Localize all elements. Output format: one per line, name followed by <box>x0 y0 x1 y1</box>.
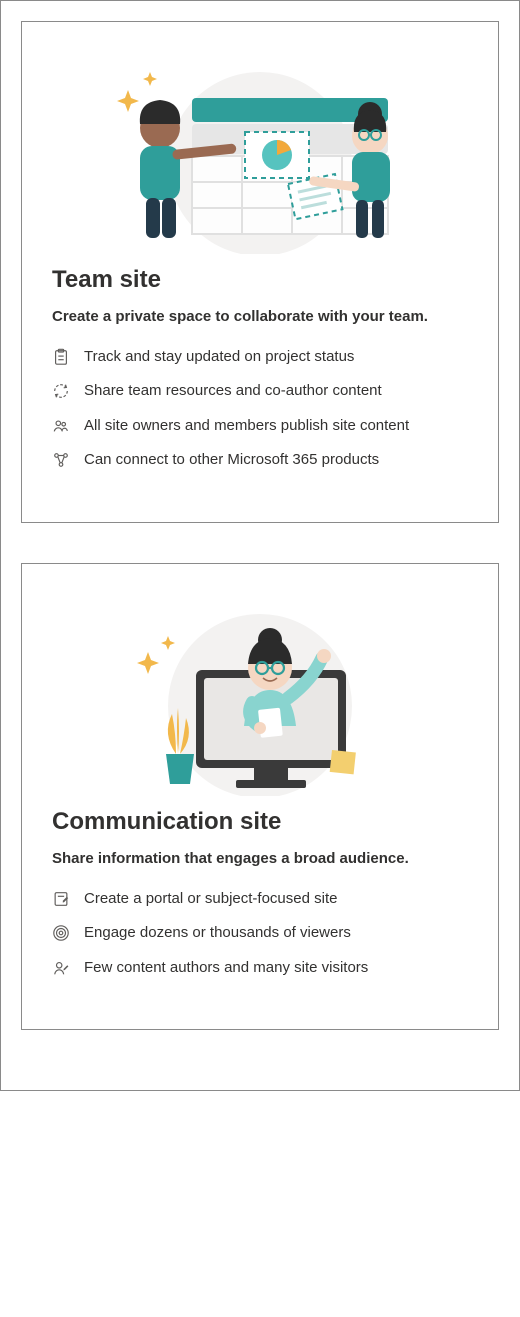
list-item-text: Create a portal or subject-focused site <box>84 888 468 911</box>
list-item-text: All site owners and members publish site… <box>84 415 468 438</box>
list-item: Share team resources and co-author conte… <box>52 380 468 403</box>
clipboard-icon <box>52 348 70 366</box>
list-item: Can connect to other Microsoft 365 produ… <box>52 449 468 472</box>
communication-site-illustration <box>52 586 468 796</box>
broadcast-icon <box>52 924 70 942</box>
team-collaboration-illustration-icon <box>110 64 410 254</box>
author-icon <box>52 959 70 977</box>
page-icon <box>52 890 70 908</box>
team-site-title: Team site <box>52 266 468 294</box>
list-item-text: Few content authors and many site visito… <box>84 957 468 980</box>
communication-site-feature-list: Create a portal or subject-focused site … <box>52 888 468 980</box>
sync-icon <box>52 382 70 400</box>
list-item: Create a portal or subject-focused site <box>52 888 468 911</box>
connector-icon <box>52 451 70 469</box>
communication-site-card[interactable]: Communication site Share information tha… <box>21 563 499 1030</box>
list-item-text: Share team resources and co-author conte… <box>84 380 468 403</box>
list-item: Engage dozens or thousands of viewers <box>52 922 468 945</box>
list-item: All site owners and members publish site… <box>52 415 468 438</box>
team-site-feature-list: Track and stay updated on project status… <box>52 346 468 472</box>
people-icon <box>52 417 70 435</box>
team-site-subtitle: Create a private space to collaborate wi… <box>52 306 468 328</box>
list-item: Few content authors and many site visito… <box>52 957 468 980</box>
list-item-text: Engage dozens or thousands of viewers <box>84 922 468 945</box>
team-site-illustration <box>52 44 468 254</box>
communication-broadcast-illustration-icon <box>110 606 410 796</box>
communication-site-subtitle: Share information that engages a broad a… <box>52 848 468 870</box>
communication-site-title: Communication site <box>52 808 468 836</box>
list-item-text: Can connect to other Microsoft 365 produ… <box>84 449 468 472</box>
list-item: Track and stay updated on project status <box>52 346 468 369</box>
list-item-text: Track and stay updated on project status <box>84 346 468 369</box>
team-site-card[interactable]: Team site Create a private space to coll… <box>21 21 499 523</box>
